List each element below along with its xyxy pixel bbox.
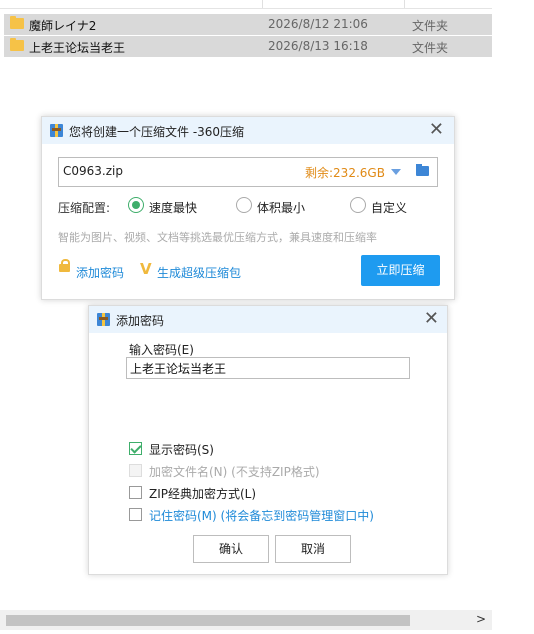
- zip-classic-encryption-checkbox[interactable]: [129, 486, 142, 499]
- password-input-label: 输入密码(E): [129, 343, 194, 357]
- compress-dialog: 您将创建一个压缩文件 -360压缩 ✕ C0963.zip 剩余:232.6GB…: [41, 116, 455, 300]
- radio-smallest-label[interactable]: 体积最小: [257, 199, 305, 216]
- file-row[interactable]: 魔師レイナ2 2026/8/12 21:06 文件夹: [4, 14, 492, 35]
- folder-icon: [10, 16, 24, 29]
- file-row[interactable]: 上老王论坛当老王 2026/8/13 16:18 文件夹: [4, 36, 492, 57]
- zip-classic-encryption-label[interactable]: ZIP经典加密方式(L): [149, 485, 256, 502]
- close-icon[interactable]: ✕: [429, 121, 444, 139]
- archive-path-field[interactable]: C0963.zip 剩余:232.6GB: [58, 157, 438, 187]
- file-list-header: [0, 0, 492, 9]
- radio-custom[interactable]: [350, 197, 366, 213]
- password-input[interactable]: [126, 357, 410, 379]
- add-password-link[interactable]: 添加密码: [76, 264, 124, 281]
- column-divider[interactable]: [262, 0, 263, 8]
- compress-dialog-titlebar[interactable]: 您将创建一个压缩文件 -360压缩 ✕: [42, 117, 454, 144]
- encrypt-filenames-checkbox: [129, 464, 142, 477]
- vip-icon: V: [140, 260, 152, 278]
- archive-icon: [97, 313, 110, 326]
- file-date: 2026/8/12 21:06: [268, 17, 368, 31]
- password-dialog-title: 添加密码: [116, 314, 165, 328]
- radio-smallest[interactable]: [236, 197, 252, 213]
- compress-now-button[interactable]: 立即压缩: [361, 255, 440, 286]
- confirm-button[interactable]: 确认: [193, 535, 269, 563]
- radio-custom-label[interactable]: 自定义: [371, 199, 407, 216]
- radio-fastest-label[interactable]: 速度最快: [149, 199, 197, 216]
- column-divider[interactable]: [404, 0, 405, 8]
- file-name: 魔師レイナ2: [29, 19, 97, 33]
- compress-hint: 智能为图片、视频、文档等挑选最优压缩方式，兼具速度和压缩率: [58, 231, 377, 244]
- archive-icon: [50, 124, 63, 137]
- config-label: 压缩配置:: [58, 201, 111, 215]
- archive-filename[interactable]: C0963.zip: [63, 164, 123, 178]
- password-dialog-titlebar[interactable]: 添加密码 ✕: [89, 306, 447, 333]
- remember-password-checkbox[interactable]: [129, 508, 142, 521]
- cancel-button[interactable]: 取消: [275, 535, 351, 563]
- file-name: 上老王论坛当老王: [29, 41, 126, 55]
- close-icon[interactable]: ✕: [424, 310, 439, 328]
- file-date: 2026/8/13 16:18: [268, 39, 368, 53]
- super-compress-link[interactable]: 生成超级压缩包: [157, 264, 241, 281]
- encrypt-filenames-label: 加密文件名(N) (不支持ZIP格式): [149, 465, 320, 479]
- right-gutter: [492, 0, 534, 634]
- folder-browse-icon[interactable]: [416, 164, 429, 176]
- radio-fastest[interactable]: [128, 197, 144, 213]
- folder-icon: [10, 38, 24, 51]
- dropdown-arrow-icon[interactable]: [391, 169, 401, 175]
- lock-icon[interactable]: [59, 259, 70, 272]
- compress-dialog-title: 您将创建一个压缩文件 -360压缩: [69, 125, 245, 139]
- show-password-label[interactable]: 显示密码(S): [149, 441, 214, 458]
- horizontal-scrollbar[interactable]: >: [0, 610, 492, 630]
- remember-password-label[interactable]: 记住密码(M) (将会备忘到密码管理窗口中): [149, 507, 374, 524]
- password-dialog: 添加密码 ✕ 输入密码(E) 显示密码(S) 加密文件名(N) (不支持ZIP格…: [88, 305, 448, 575]
- free-space-label: 剩余:232.6GB: [305, 166, 385, 180]
- scroll-right-icon[interactable]: >: [476, 612, 486, 626]
- scrollbar-thumb[interactable]: [6, 615, 410, 626]
- file-type: 文件夹: [412, 19, 449, 33]
- file-type: 文件夹: [412, 41, 449, 55]
- show-password-checkbox[interactable]: [129, 442, 142, 455]
